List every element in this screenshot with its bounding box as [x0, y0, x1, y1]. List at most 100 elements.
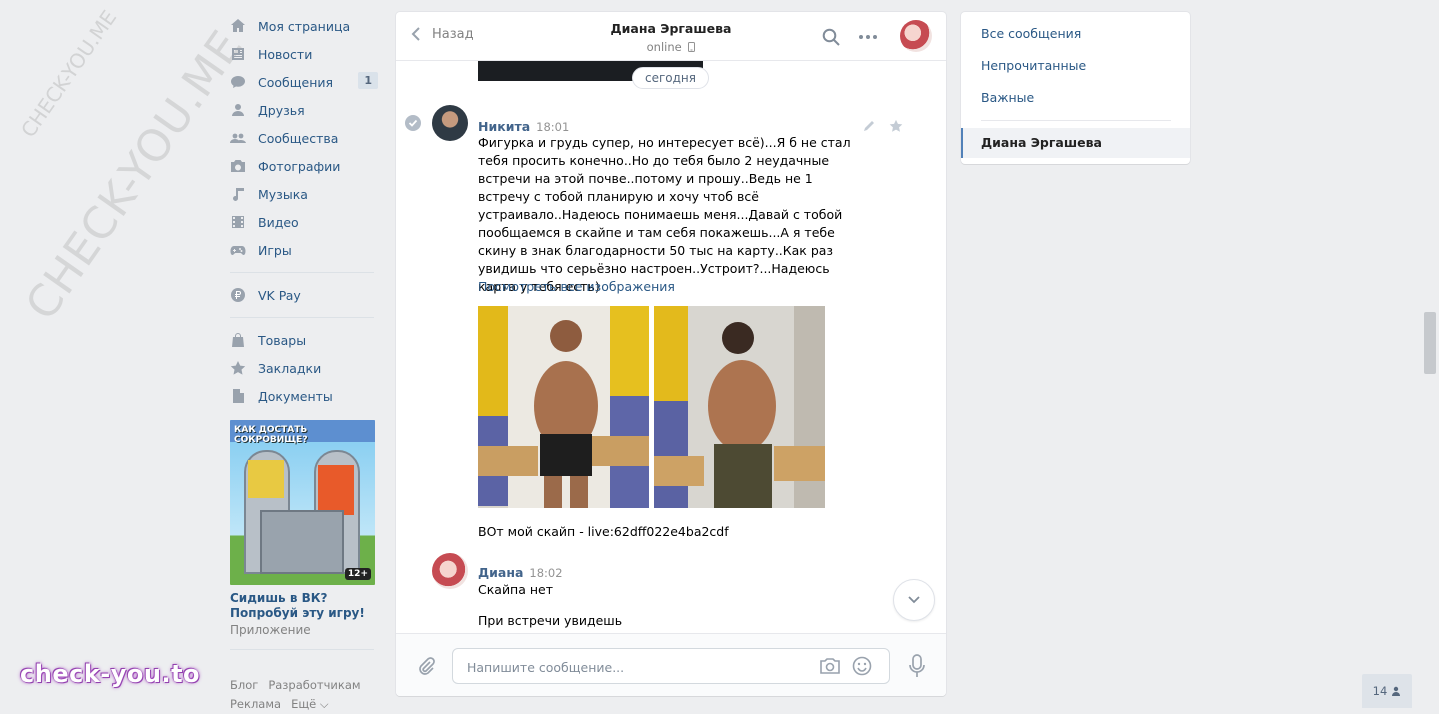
filter-active-chat[interactable]: Диана Эргашева: [961, 128, 1190, 158]
bag-icon: [230, 332, 246, 348]
read-check-icon[interactable]: [405, 115, 421, 131]
messages-icon: [230, 74, 246, 90]
avatar[interactable]: [432, 105, 468, 141]
view-all-images-link[interactable]: Посмотреть все изображения: [478, 279, 675, 294]
avatar[interactable]: [432, 553, 468, 589]
message-composer: [396, 633, 946, 696]
person-icon: [1392, 686, 1401, 696]
author-name[interactable]: Никита: [478, 119, 530, 134]
video-icon: [230, 214, 246, 230]
chat-panel: Назад Диана Эргашева online сегодня Ники…: [396, 12, 946, 696]
nav-label: Сообщества: [258, 130, 339, 146]
news-icon: [230, 46, 246, 62]
message-filter-panel: Все сообщения Непрочитанные Важные Диана…: [961, 12, 1190, 164]
camera-icon: [230, 158, 246, 174]
more-icon[interactable]: [858, 28, 878, 46]
age-rating-badge: 12+: [344, 568, 371, 580]
nav-item-games[interactable]: Игры: [230, 236, 378, 264]
nav-item-goods[interactable]: Товары: [230, 326, 378, 354]
online-count: 14: [1372, 684, 1388, 698]
chevron-down-icon: [908, 596, 920, 604]
message-input-box[interactable]: [452, 648, 890, 685]
nav-divider: [230, 272, 374, 273]
scroll-down-button[interactable]: [893, 579, 935, 621]
home-icon: [230, 18, 246, 34]
star-icon[interactable]: [889, 119, 903, 133]
paperclip-icon[interactable]: [416, 656, 436, 676]
microphone-icon[interactable]: [908, 654, 926, 678]
active-chat-name: Диана Эргашева: [981, 135, 1102, 150]
peer-avatar[interactable]: [900, 20, 932, 52]
nav-divider: [230, 649, 374, 650]
message-history[interactable]: сегодня Никита 18:01 Фигурка и грудь супе…: [396, 61, 946, 633]
nav-label: Закладки: [258, 360, 322, 376]
page-scrollbar[interactable]: [1424, 312, 1436, 374]
game-ad-banner[interactable]: КАК ДОСТАТЬ СОКРОВИЩЕ? 12+: [230, 420, 375, 585]
nav-label: Музыка: [258, 186, 308, 202]
online-friends-counter[interactable]: 14: [1362, 674, 1412, 708]
nav-item-vk-pay[interactable]: VK Pay: [230, 281, 378, 309]
nav-label: Новости: [258, 46, 313, 62]
search-icon[interactable]: [822, 28, 840, 46]
emoji-icon[interactable]: [852, 656, 872, 676]
document-icon: [230, 388, 246, 404]
nav-item-documents[interactable]: Документы: [230, 382, 378, 410]
filter-unread[interactable]: Непрочитанные: [981, 58, 1086, 73]
nav-item-groups[interactable]: Сообщества: [230, 124, 378, 152]
nav-item-bookmarks[interactable]: Закладки: [230, 354, 378, 382]
nav-label: Товары: [258, 332, 307, 348]
nav-item-my-page[interactable]: Моя страница: [230, 12, 378, 40]
message-author[interactable]: Никита 18:01: [478, 119, 569, 134]
footer-more-link[interactable]: Ещё ⌵: [291, 697, 329, 711]
nav-divider: [230, 317, 374, 318]
nav-label: Документы: [258, 388, 333, 404]
footer-blog-link[interactable]: Блог: [230, 678, 258, 692]
music-icon: [230, 186, 246, 202]
watermark-big: CHECK-YOU.ME: [16, 21, 253, 330]
game-ad-banner-text: КАК ДОСТАТЬ СОКРОВИЩЕ?: [234, 425, 308, 445]
nav-item-video[interactable]: Видео: [230, 208, 378, 236]
message-input[interactable]: [465, 649, 809, 685]
nav-label: VK Pay: [258, 287, 301, 303]
nav-item-friends[interactable]: Друзья: [230, 96, 378, 124]
filter-important[interactable]: Важные: [981, 90, 1034, 105]
chat-header: Назад Диана Эргашева online: [396, 12, 946, 61]
message-author[interactable]: Диана 18:02: [478, 565, 563, 580]
watermark-small: CHECK-YOU.ME: [16, 5, 122, 142]
peer-status-text: online: [646, 40, 682, 54]
attached-photo[interactable]: [478, 306, 649, 508]
author-name[interactable]: Диана: [478, 565, 523, 580]
message-text: При встречи увидешь: [478, 613, 623, 628]
groups-icon: [230, 130, 246, 146]
filter-all-messages[interactable]: Все сообщения: [981, 26, 1081, 41]
message-text: Фигурка и грудь супер, но интересует всё…: [478, 135, 851, 294]
game-ad-subtitle: Приложение: [230, 623, 311, 637]
nav-label: Фотографии: [258, 158, 341, 174]
message-text: ВОт мой скайп - live:62dff022e4ba2cdf: [478, 524, 729, 539]
message-actions: [862, 119, 903, 133]
attached-photo[interactable]: [654, 306, 825, 508]
nav-item-music[interactable]: Музыка: [230, 180, 378, 208]
gamepad-icon: [230, 242, 246, 258]
filter-divider: [981, 120, 1171, 121]
camera-icon[interactable]: [819, 657, 841, 675]
watermark-badge: check-you.to: [20, 660, 201, 688]
friends-icon: [230, 102, 246, 118]
message-time[interactable]: 18:01: [536, 120, 569, 134]
message-time[interactable]: 18:02: [529, 566, 562, 580]
nav-label: Игры: [258, 242, 292, 258]
footer-developers-link[interactable]: Разработчикам: [268, 678, 360, 692]
nav-item-news[interactable]: Новости: [230, 40, 378, 68]
nav-label: Видео: [258, 214, 299, 230]
edit-icon[interactable]: [862, 119, 876, 133]
message-text: Скайпа нет: [478, 582, 554, 597]
left-navigation: Моя страница Новости Сообщения 1 Друзья …: [230, 12, 378, 658]
star-icon: [230, 360, 246, 376]
game-ad-title[interactable]: Сидишь в ВК? Попробуй эту игру!: [230, 591, 378, 621]
game-ad[interactable]: КАК ДОСТАТЬ СОКРОВИЩЕ? 12+ Сидишь в ВК? …: [230, 420, 378, 650]
nav-item-photos[interactable]: Фотографии: [230, 152, 378, 180]
ruble-icon: [230, 287, 246, 303]
nav-item-messages[interactable]: Сообщения 1: [230, 68, 378, 96]
mobile-icon: [688, 42, 696, 52]
footer-ads-link[interactable]: Реклама: [230, 697, 281, 711]
